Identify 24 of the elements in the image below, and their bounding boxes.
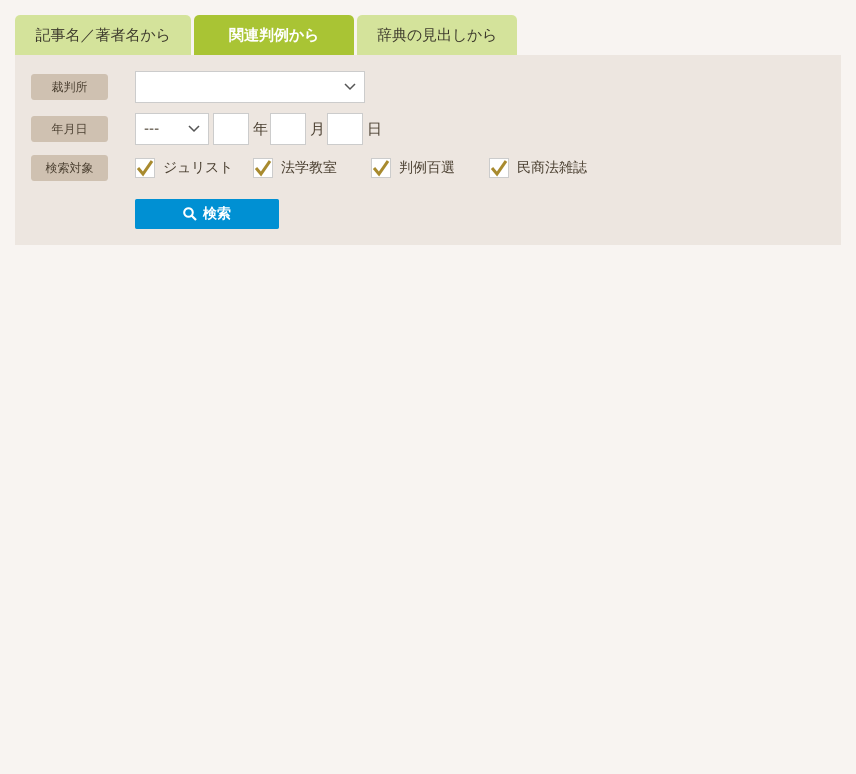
date-input[interactable] — [213, 113, 249, 145]
checkbox[interactable] — [489, 158, 509, 178]
field-label: 年月日 — [31, 116, 108, 142]
tab[interactable]: 記事名／著者名から — [15, 15, 191, 55]
chevron-icon — [188, 125, 200, 133]
unit-label: 月 — [310, 120, 325, 138]
checkbox-label: ジュリスト — [163, 159, 234, 177]
date-input[interactable] — [327, 113, 363, 145]
checkbox[interactable] — [371, 158, 391, 178]
chevron-icon — [344, 83, 356, 91]
date-input[interactable] — [270, 113, 306, 145]
checkbox-label: 判例百選 — [399, 159, 456, 177]
field-label: 検索対象 — [31, 155, 108, 181]
era-select[interactable]: --- — [135, 113, 209, 145]
tab[interactable]: 辞典の見出しから — [357, 15, 517, 55]
checkbox[interactable] — [253, 158, 273, 178]
search-button[interactable]: 検索 — [135, 199, 279, 229]
checkbox-label: 民商法雑誌 — [517, 159, 588, 177]
search-icon — [183, 207, 197, 221]
unit-label: 年 — [253, 120, 268, 138]
unit-label: 日 — [367, 120, 382, 138]
field-label: 裁判所 — [31, 74, 108, 100]
checkbox-label: 法学教室 — [281, 159, 338, 177]
checkbox[interactable] — [135, 158, 155, 178]
